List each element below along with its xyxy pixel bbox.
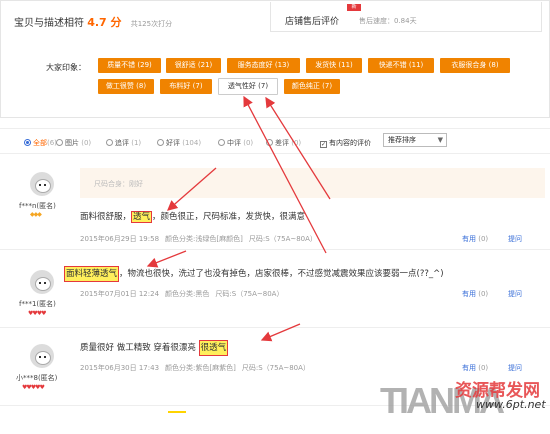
arrow-to-tag [243, 95, 327, 254]
scroll-indicator [168, 411, 186, 413]
annotation-arrows [146, 95, 331, 342]
arrow-to-keyword [167, 167, 217, 211]
arrow-to-tag [265, 96, 331, 200]
arrow-to-keyword [260, 323, 301, 342]
watermark-url: www.6pt.net [476, 398, 546, 411]
arrow-to-keyword [146, 250, 187, 268]
